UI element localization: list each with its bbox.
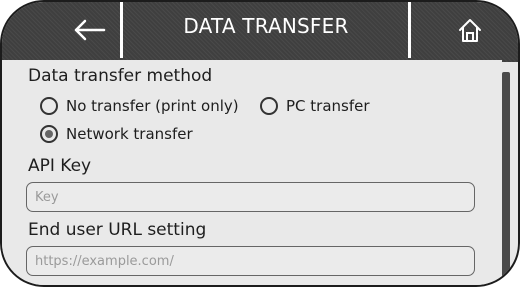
title-divider-right [408,2,411,58]
radio-network-transfer[interactable]: Network transfer [40,125,193,143]
radio-pc-transfer[interactable]: PC transfer [260,97,370,115]
radio-button[interactable] [40,125,58,143]
page-title: DATA TRANSFER [183,14,349,38]
radio-no-transfer[interactable]: No transfer (print only) [40,97,239,115]
scrollbar[interactable] [502,72,510,285]
device-screen: DATA TRANSFER Data transfer method No tr… [0,0,520,287]
api-key-label: API Key [28,156,92,176]
url-input[interactable] [26,246,475,276]
radio-label: Network transfer [66,125,193,143]
api-key-input[interactable] [26,182,475,212]
home-button[interactable] [442,10,498,50]
method-label: Data transfer method [28,66,213,86]
arrow-left-icon [74,19,106,41]
back-button[interactable] [62,10,118,50]
url-label: End user URL setting [28,220,207,240]
home-icon [459,19,481,42]
radio-label: PC transfer [286,97,370,115]
radio-button[interactable] [260,97,278,115]
radio-label: No transfer (print only) [66,97,239,115]
title-bar: DATA TRANSFER [2,2,518,62]
settings-panel: Data transfer method No transfer (print … [2,60,502,285]
radio-button[interactable] [40,97,58,115]
